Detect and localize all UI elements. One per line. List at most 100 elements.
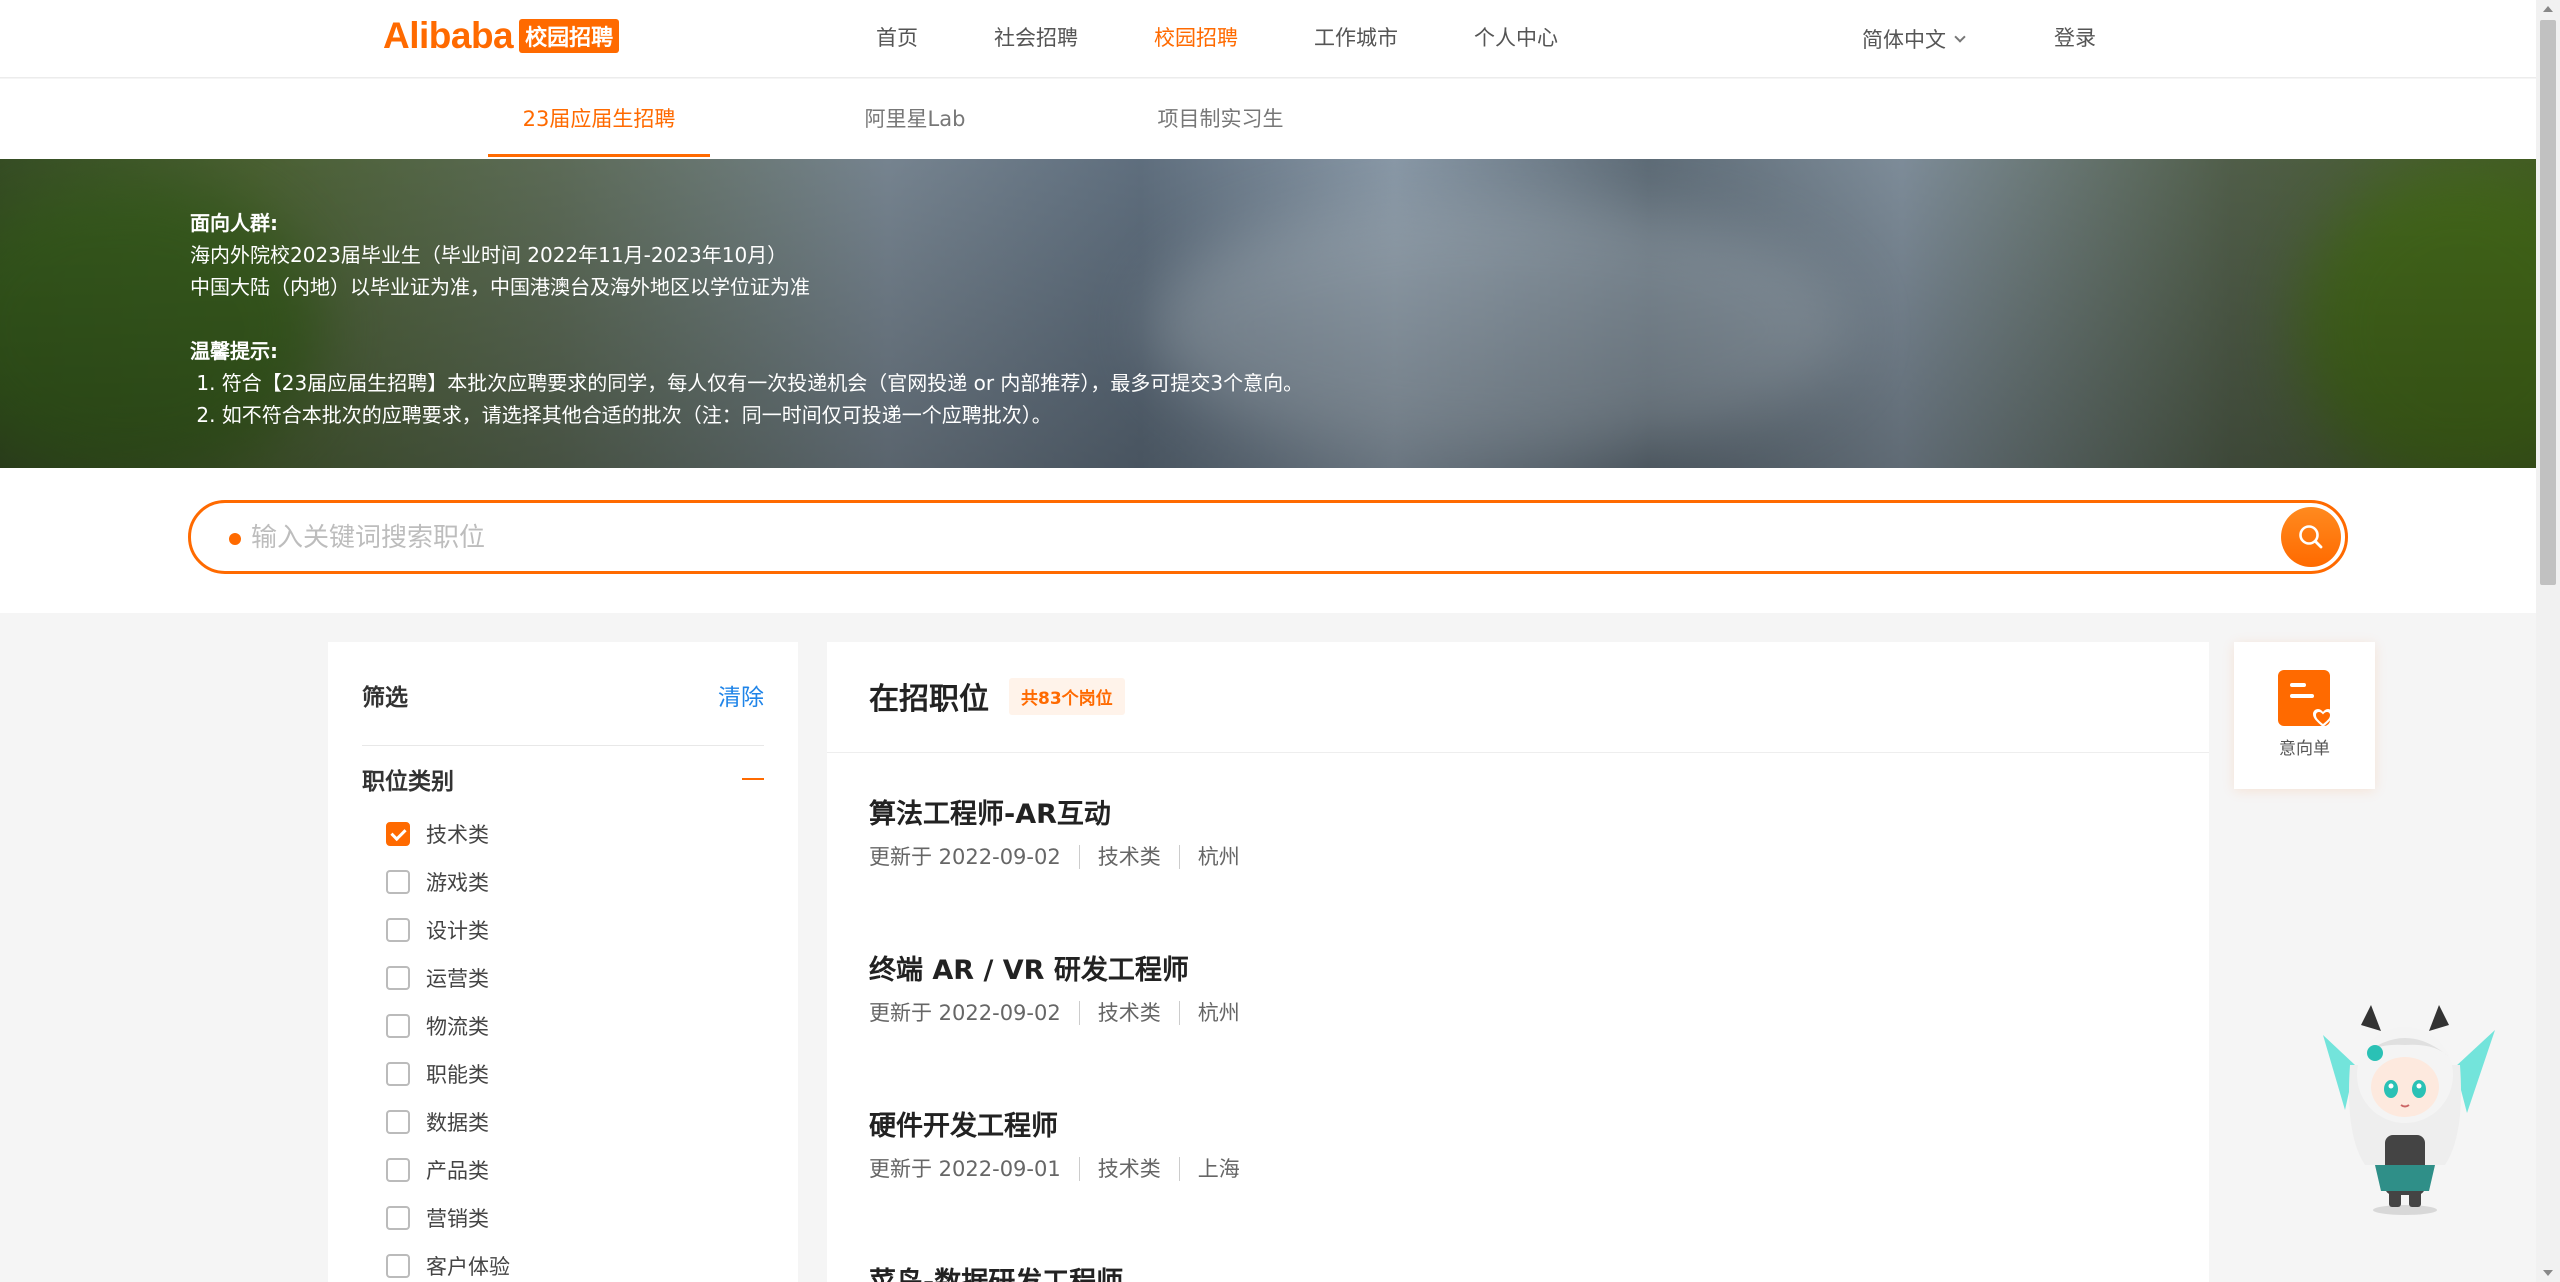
hero-banner: 面向人群: 海内外院校2023届毕业生（毕业时间 2022年11月-2023年1… bbox=[0, 159, 2536, 468]
job-category: 技术类 bbox=[1078, 1001, 1179, 1025]
job-item[interactable]: 菜鸟-数据研发工程师 bbox=[869, 1260, 1123, 1282]
job-item[interactable]: 算法工程师-AR互动 更新于 2022-09-02 技术类 杭州 bbox=[869, 792, 1258, 869]
checkbox[interactable] bbox=[386, 1062, 410, 1086]
chevron-down-icon bbox=[1954, 30, 1966, 43]
checkbox[interactable] bbox=[386, 1158, 410, 1182]
category-item[interactable]: 技术类 bbox=[386, 810, 510, 858]
job-item[interactable]: 硬件开发工程师 更新于 2022-09-01 技术类 上海 bbox=[869, 1104, 1258, 1181]
job-list-divider bbox=[827, 752, 2209, 753]
job-category: 技术类 bbox=[1078, 1157, 1179, 1181]
wishlist-heart-icon bbox=[2278, 670, 2333, 727]
category-item[interactable]: 运营类 bbox=[386, 954, 510, 1002]
job-meta: 更新于 2022-09-02 技术类 杭州 bbox=[869, 1001, 1258, 1025]
filter-header: 筛选 清除 bbox=[362, 678, 764, 712]
checkbox[interactable] bbox=[386, 1254, 410, 1278]
category-item[interactable]: 数据类 bbox=[386, 1098, 510, 1146]
page-scrollbar[interactable] bbox=[2536, 0, 2560, 1282]
job-title[interactable]: 终端 AR / VR 研发工程师 bbox=[869, 948, 1258, 987]
category-item[interactable]: 物流类 bbox=[386, 1002, 510, 1050]
scroll-down-arrow-icon[interactable] bbox=[2543, 1270, 2553, 1276]
checkbox-checked[interactable] bbox=[386, 822, 410, 846]
audience-line: 海内外院校2023届毕业生（毕业时间 2022年11月-2023年10月） bbox=[190, 243, 788, 267]
top-nav: Alibaba 校园招聘 首页 社会招聘 校园招聘 工作城市 个人中心 简体中文… bbox=[0, 0, 2536, 78]
category-label: 游戏类 bbox=[426, 871, 489, 895]
job-city: 上海 bbox=[1178, 1157, 1258, 1181]
search-box bbox=[188, 500, 2348, 574]
job-city: 杭州 bbox=[1178, 1001, 1258, 1025]
filter-title: 筛选 bbox=[362, 685, 408, 711]
login-link[interactable]: 登录 bbox=[2054, 22, 2096, 52]
clear-filter-button[interactable]: 清除 bbox=[718, 678, 764, 712]
job-item[interactable]: 终端 AR / VR 研发工程师 更新于 2022-09-02 技术类 杭州 bbox=[869, 948, 1258, 1025]
category-label: 产品类 bbox=[426, 1159, 489, 1183]
category-item[interactable]: 营销类 bbox=[386, 1194, 510, 1242]
category-label: 营销类 bbox=[426, 1207, 489, 1231]
banner-text: 面向人群: 海内外院校2023届毕业生（毕业时间 2022年11月-2023年1… bbox=[190, 207, 1303, 431]
main-nav: 首页 社会招聘 校园招聘 工作城市 个人中心 bbox=[876, 22, 1634, 52]
language-label: 简体中文 bbox=[1862, 28, 1946, 52]
collapse-icon[interactable] bbox=[742, 778, 764, 780]
job-title[interactable]: 菜鸟-数据研发工程师 bbox=[869, 1260, 1123, 1282]
nav-campus-recruit[interactable]: 校园招聘 bbox=[1154, 22, 1238, 52]
job-list-header: 在招职位 共83个岗位 bbox=[869, 674, 1125, 718]
tips-line: 1. 符合【23届应届生招聘】本批次应聘要求的同学，每人仅有一次投递机会（官网投… bbox=[190, 371, 1304, 395]
job-updated: 更新于 2022-09-01 bbox=[869, 1157, 1061, 1181]
tips-heading: 温馨提示: bbox=[190, 339, 278, 363]
nav-personal-center[interactable]: 个人中心 bbox=[1474, 22, 1558, 52]
filter-panel: 筛选 清除 职位类别 技术类 游戏类 设计类 运营类 物流类 职能类 数据类 产… bbox=[328, 642, 798, 1282]
checkbox[interactable] bbox=[386, 1206, 410, 1230]
job-count-badge: 共83个岗位 bbox=[1009, 677, 1125, 715]
tab-23-graduate[interactable]: 23届应届生招聘 bbox=[488, 79, 710, 159]
category-header[interactable]: 职位类别 bbox=[362, 762, 764, 796]
scroll-up-arrow-icon[interactable] bbox=[2543, 6, 2553, 12]
job-list-panel: 在招职位 共83个岗位 算法工程师-AR互动 更新于 2022-09-02 技术… bbox=[827, 642, 2209, 1282]
search-button[interactable] bbox=[2281, 507, 2341, 567]
category-item[interactable]: 职能类 bbox=[386, 1050, 510, 1098]
checkbox[interactable] bbox=[386, 918, 410, 942]
category-item[interactable]: 设计类 bbox=[386, 906, 510, 954]
job-meta: 更新于 2022-09-01 技术类 上海 bbox=[869, 1157, 1258, 1181]
nav-work-city[interactable]: 工作城市 bbox=[1314, 22, 1398, 52]
tab-ali-star-lab[interactable]: 阿里星Lab bbox=[855, 79, 975, 159]
wishlist-label: 意向单 bbox=[2279, 739, 2330, 759]
search-input[interactable] bbox=[251, 517, 2211, 559]
category-item[interactable]: 产品类 bbox=[386, 1146, 510, 1194]
filter-divider bbox=[362, 745, 764, 746]
language-selector[interactable]: 简体中文 bbox=[1862, 24, 1966, 54]
category-label: 客户体验 bbox=[426, 1255, 510, 1279]
nav-home[interactable]: 首页 bbox=[876, 22, 918, 52]
search-dot-icon bbox=[229, 533, 241, 545]
category-label: 运营类 bbox=[426, 967, 489, 991]
job-title[interactable]: 算法工程师-AR互动 bbox=[869, 792, 1258, 831]
wishlist-button[interactable]: 意向单 bbox=[2234, 642, 2375, 789]
job-meta: 更新于 2022-09-02 技术类 杭州 bbox=[869, 845, 1258, 869]
audience-heading: 面向人群: bbox=[190, 211, 278, 235]
checkbox[interactable] bbox=[386, 870, 410, 894]
job-list-title: 在招职位 bbox=[869, 682, 989, 717]
category-label: 物流类 bbox=[426, 1015, 489, 1039]
category-title: 职位类别 bbox=[362, 769, 454, 795]
category-item[interactable]: 游戏类 bbox=[386, 858, 510, 906]
scroll-thumb[interactable] bbox=[2540, 20, 2556, 585]
category-label: 职能类 bbox=[426, 1063, 489, 1087]
logo-badge: 校园招聘 bbox=[519, 19, 620, 53]
checkbox[interactable] bbox=[386, 966, 410, 990]
job-updated: 更新于 2022-09-02 bbox=[869, 845, 1061, 869]
job-category: 技术类 bbox=[1078, 845, 1179, 869]
category-item[interactable]: 客户体验 bbox=[386, 1242, 510, 1282]
checkbox[interactable] bbox=[386, 1110, 410, 1134]
checkbox[interactable] bbox=[386, 1014, 410, 1038]
category-label: 数据类 bbox=[426, 1111, 489, 1135]
category-label: 技术类 bbox=[426, 823, 489, 847]
job-updated: 更新于 2022-09-02 bbox=[869, 1001, 1061, 1025]
tab-project-intern[interactable]: 项目制实习生 bbox=[1143, 79, 1298, 159]
alibaba-logo[interactable]: Alibaba 校园招聘 bbox=[383, 15, 620, 56]
mascot-character-icon[interactable] bbox=[2305, 995, 2505, 1220]
nav-social-recruit[interactable]: 社会招聘 bbox=[994, 22, 1078, 52]
search-icon bbox=[2299, 525, 2323, 549]
search-area bbox=[0, 468, 2536, 613]
job-title[interactable]: 硬件开发工程师 bbox=[869, 1104, 1258, 1143]
tips-line: 2. 如不符合本批次的应聘要求，请选择其他合适的批次（注：同一时间仅可投递一个应… bbox=[190, 403, 1052, 427]
audience-line: 中国大陆（内地）以毕业证为准，中国港澳台及海外地区以学位证为准 bbox=[190, 275, 810, 299]
job-city: 杭州 bbox=[1178, 845, 1258, 869]
